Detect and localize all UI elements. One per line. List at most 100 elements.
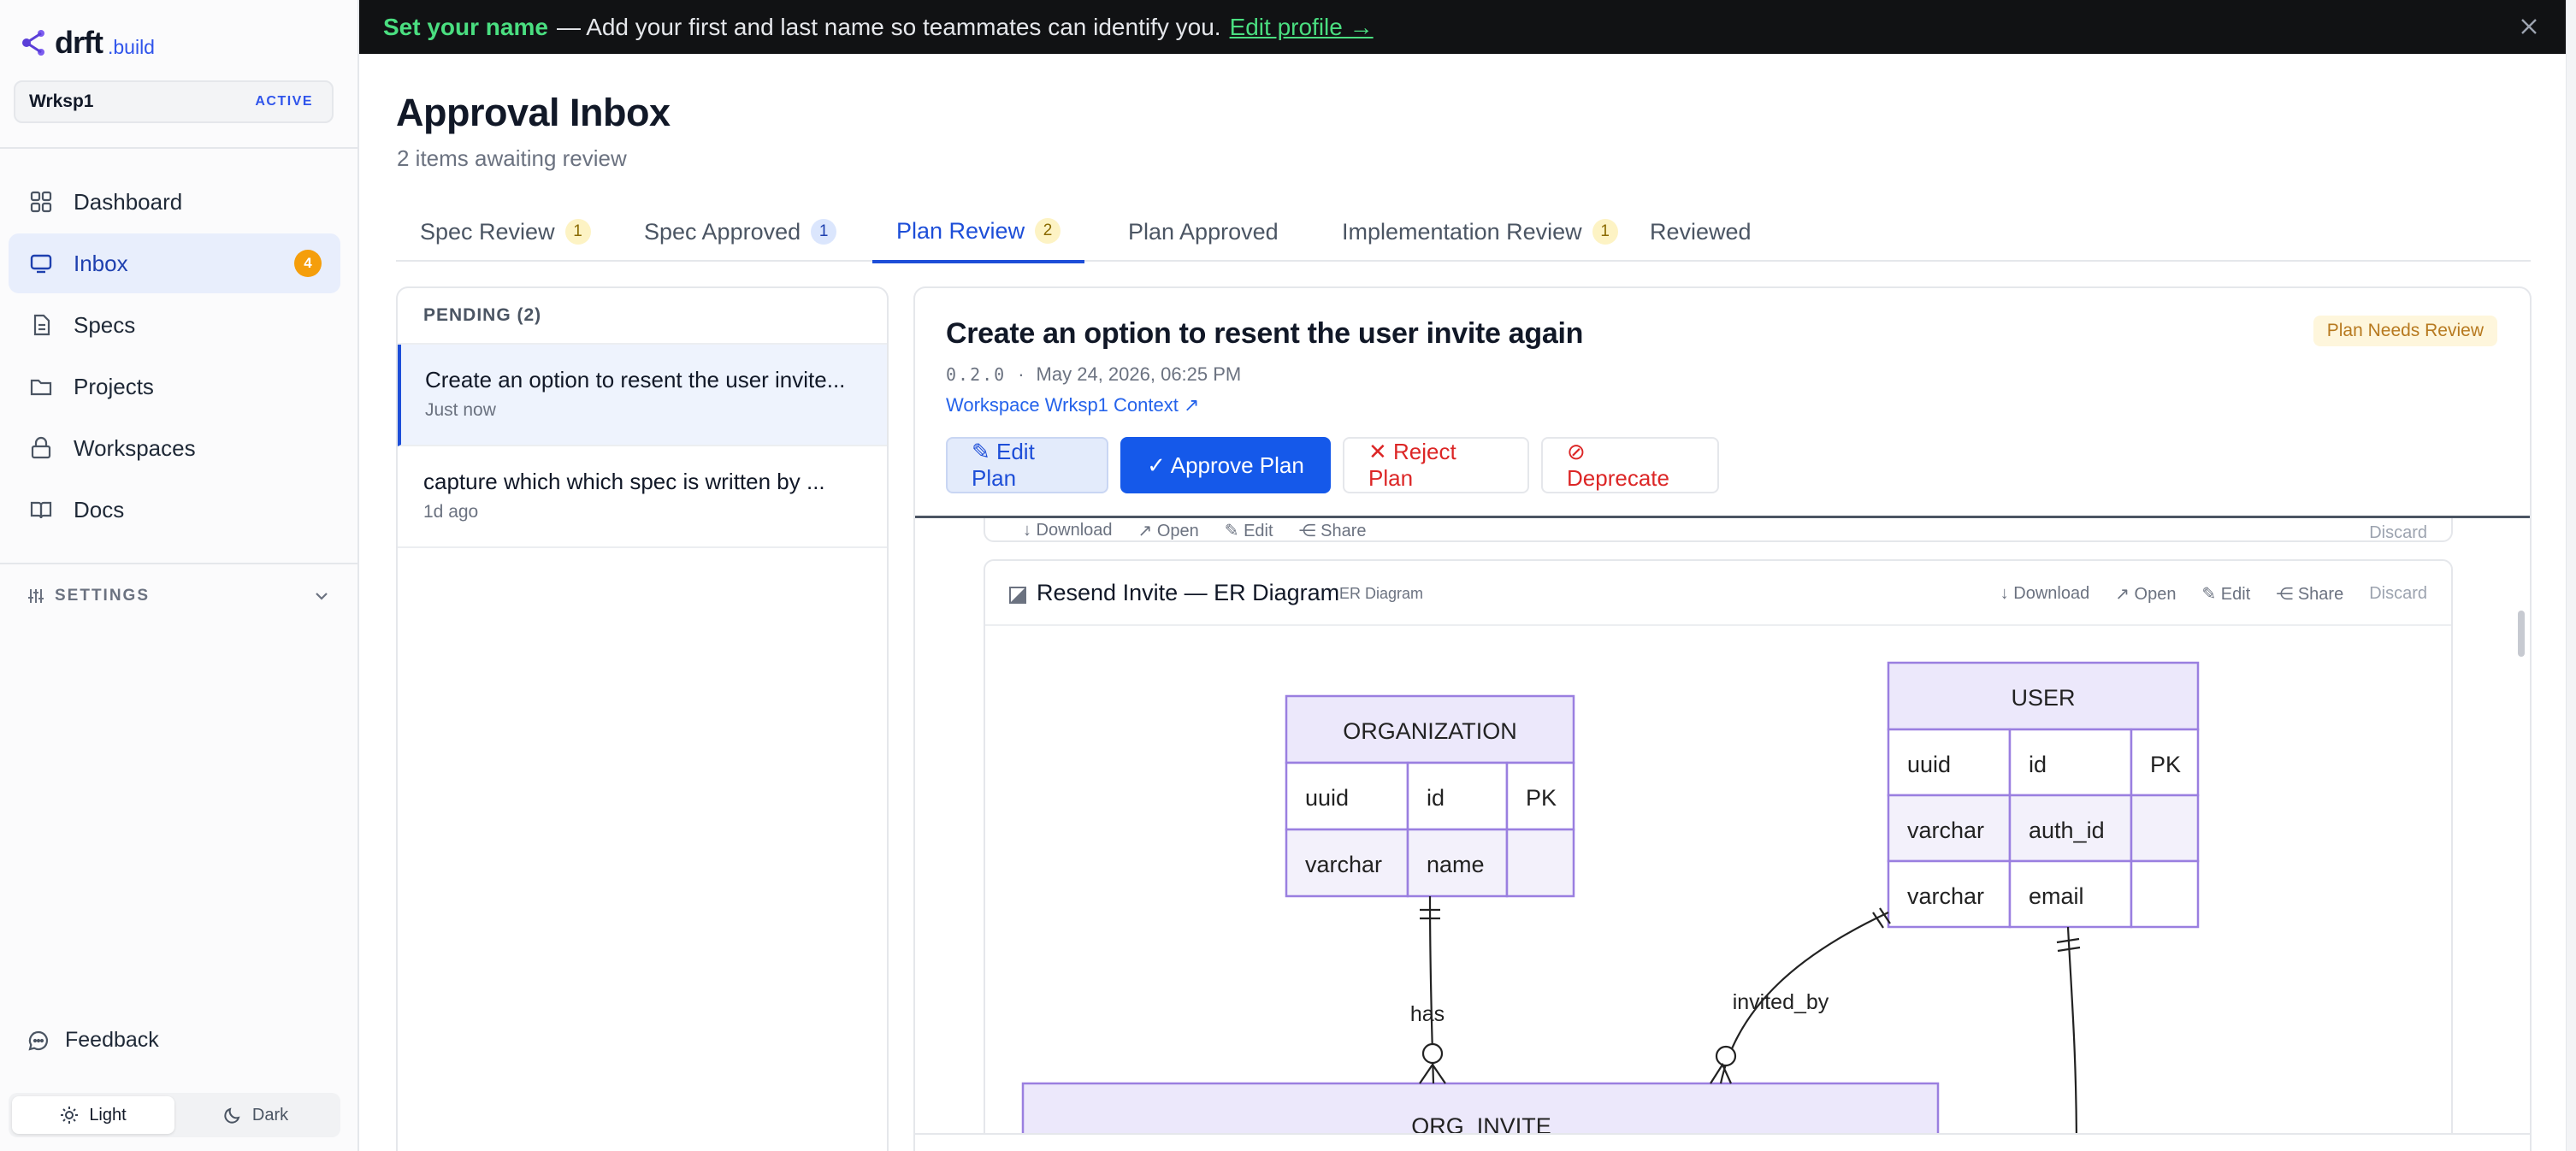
tab-reviewed[interactable]: Reviewed <box>1626 202 1775 262</box>
plan-version: 0.2.0 <box>946 364 1007 385</box>
tab-label: Spec Review <box>420 218 555 245</box>
scrollbar-thumb[interactable] <box>2518 611 2525 657</box>
banner-close-button[interactable] <box>2514 12 2544 41</box>
dashboard-icon <box>30 191 52 213</box>
sidebar-item-projects[interactable]: Projects <box>9 357 340 416</box>
sidebar: drft .build Wrksp1 ACTIVE Dashboard Inbo… <box>0 0 359 1151</box>
tab-label: Spec Approved <box>644 218 801 245</box>
edit-plan-button[interactable]: ✎ Edit Plan <box>946 437 1108 493</box>
workspace-switcher[interactable]: Wrksp1 ACTIVE <box>14 80 334 123</box>
logo[interactable]: drft .build <box>19 25 155 60</box>
entity-organization-title: ORGANIZATION <box>1343 718 1517 744</box>
artifact-actions: ↓ Download ↗ Open ✎ Edit ⋲ Share Discard <box>2000 583 2427 605</box>
discard-button[interactable]: Discard <box>2369 523 2427 543</box>
theme-dark-label: Dark <box>251 1105 289 1124</box>
artifact-header: Resend Invite — ER Diagram ER Diagram ↓ … <box>985 561 2451 626</box>
share-button[interactable]: ⋲ Share <box>1299 520 1367 541</box>
theme-dark-button[interactable]: Dark <box>174 1096 337 1134</box>
feedback-link[interactable]: Feedback <box>27 1028 159 1053</box>
download-button[interactable]: ↓ Download <box>1023 521 1113 540</box>
artifact-type-label: ER Diagram <box>1339 585 1424 602</box>
list-item[interactable]: capture which which spec is written by .… <box>398 446 887 548</box>
feedback-label: Feedback <box>65 1028 159 1052</box>
theme-light-button[interactable]: Light <box>12 1096 174 1134</box>
settings-section-toggle[interactable]: SETTINGS <box>27 587 330 605</box>
sidebar-item-dashboard[interactable]: Dashboard <box>9 172 340 232</box>
er-cell: uuid <box>1907 752 1951 777</box>
sidebar-item-specs[interactable]: Specs <box>9 295 340 355</box>
er-cell: auth_id <box>2029 818 2105 843</box>
edit-button[interactable]: ✎ Edit <box>2201 583 2250 605</box>
meta-separator: · <box>1018 363 1025 385</box>
er-cell: varchar <box>1305 852 1382 877</box>
tab-spec-review[interactable]: Spec Review 1 <box>396 202 615 262</box>
theme-light-label: Light <box>89 1105 127 1124</box>
er-diagram-card: Resend Invite — ER Diagram ER Diagram ↓ … <box>984 559 2453 1134</box>
sidebar-item-label: Projects <box>74 373 154 399</box>
sidebar-item-workspaces[interactable]: Workspaces <box>9 418 340 478</box>
tab-count-badge: 1 <box>1592 219 1618 245</box>
er-cell: varchar <box>1907 818 1984 843</box>
settings-label: SETTINGS <box>55 587 151 605</box>
sun-icon <box>61 1107 79 1124</box>
pending-list: PENDING (2) Create an option to resent t… <box>396 286 889 1151</box>
artifact-card: ↓ Download ↗ Open ✎ Edit ⋲ Share Discard <box>984 518 2453 542</box>
discard-button[interactable]: Discard <box>2369 584 2427 604</box>
tab-label: Plan Approved <box>1128 218 1279 245</box>
sidebar-item-inbox[interactable]: Inbox 4 <box>9 233 340 293</box>
status-badge: Plan Needs Review <box>2313 316 2497 346</box>
tab-plan-approved[interactable]: Plan Approved <box>1104 202 1303 262</box>
sidebar-item-label: Dashboard <box>74 188 183 215</box>
brand-name: drft <box>55 25 103 60</box>
artifact-discard: Discard <box>2369 523 2427 543</box>
tab-spec-approved[interactable]: Spec Approved 1 <box>620 202 860 262</box>
open-button[interactable]: ↗ Open <box>2115 583 2176 605</box>
inbox-icon <box>30 254 52 274</box>
close-icon <box>2521 19 2537 34</box>
edit-button[interactable]: ✎ Edit <box>1225 520 1273 541</box>
workspace-context-link[interactable]: Workspace Wrksp1 Context ↗ <box>946 394 1199 416</box>
tab-label: Implementation Review <box>1342 218 1582 245</box>
sidebar-divider <box>0 563 359 564</box>
share-button[interactable]: ⋲ Share <box>2276 583 2343 605</box>
review-tabs: Spec Review 1 Spec Approved 1 Plan Revie… <box>396 202 2531 263</box>
moon-icon <box>224 1107 240 1124</box>
theme-toggle: Light Dark <box>9 1093 340 1137</box>
tab-count-badge: 2 <box>1035 218 1061 244</box>
plan-title: Create an option to resent the user invi… <box>946 317 1584 350</box>
er-cell: name <box>1427 852 1485 877</box>
sidebar-item-label: Docs <box>74 496 125 522</box>
approve-plan-button[interactable]: ✓ Approve Plan <box>1120 437 1331 493</box>
page-scrollbar[interactable] <box>2566 0 2576 1151</box>
workspace-name: Wrksp1 <box>29 91 94 111</box>
lock-icon <box>31 436 51 459</box>
er-cell: PK <box>2150 752 2181 777</box>
relation-label-has: has <box>1410 1002 1445 1026</box>
artifacts-scroll-area[interactable]: ↓ Download ↗ Open ✎ Edit ⋲ Share Discard… <box>915 518 2530 1134</box>
tab-implementation-review[interactable]: Implementation Review 1 <box>1318 202 1642 262</box>
er-cell: id <box>2029 752 2047 777</box>
sidebar-item-docs[interactable]: Docs <box>9 480 340 540</box>
open-button[interactable]: ↗ Open <box>1138 520 1199 541</box>
tab-count-badge: 1 <box>811 219 837 245</box>
reject-plan-button[interactable]: ✕ Reject Plan <box>1343 437 1529 493</box>
plan-meta: 0.2.0 · May 24, 2026, 06:25 PM <box>946 363 1241 386</box>
profile-banner: Set your name — Add your first and last … <box>359 0 2566 54</box>
tab-plan-review[interactable]: Plan Review 2 <box>872 202 1085 263</box>
download-button[interactable]: ↓ Download <box>2000 584 2090 604</box>
sidebar-item-label: Workspaces <box>74 434 196 461</box>
er-cell: varchar <box>1907 883 1984 909</box>
artifact-actions: ↓ Download ↗ Open ✎ Edit ⋲ Share <box>1023 520 1366 541</box>
inbox-count-badge: 4 <box>294 250 322 277</box>
chevron-down-icon <box>316 593 328 600</box>
artifact-title: Resend Invite — ER Diagram <box>1037 580 1340 605</box>
edit-profile-link[interactable]: Edit profile → <box>1230 14 1374 41</box>
chat-bubble-icon <box>28 1030 49 1051</box>
sidebar-divider <box>0 147 359 149</box>
list-item[interactable]: Create an option to resent the user invi… <box>398 345 887 446</box>
page-subtitle: 2 items awaiting review <box>397 145 627 171</box>
deprecate-button[interactable]: ⊘ Deprecate <box>1541 437 1719 493</box>
er-cell: PK <box>1526 785 1557 811</box>
detail-scrollbar[interactable] <box>2511 518 2530 1134</box>
er-cell: uuid <box>1305 785 1349 811</box>
